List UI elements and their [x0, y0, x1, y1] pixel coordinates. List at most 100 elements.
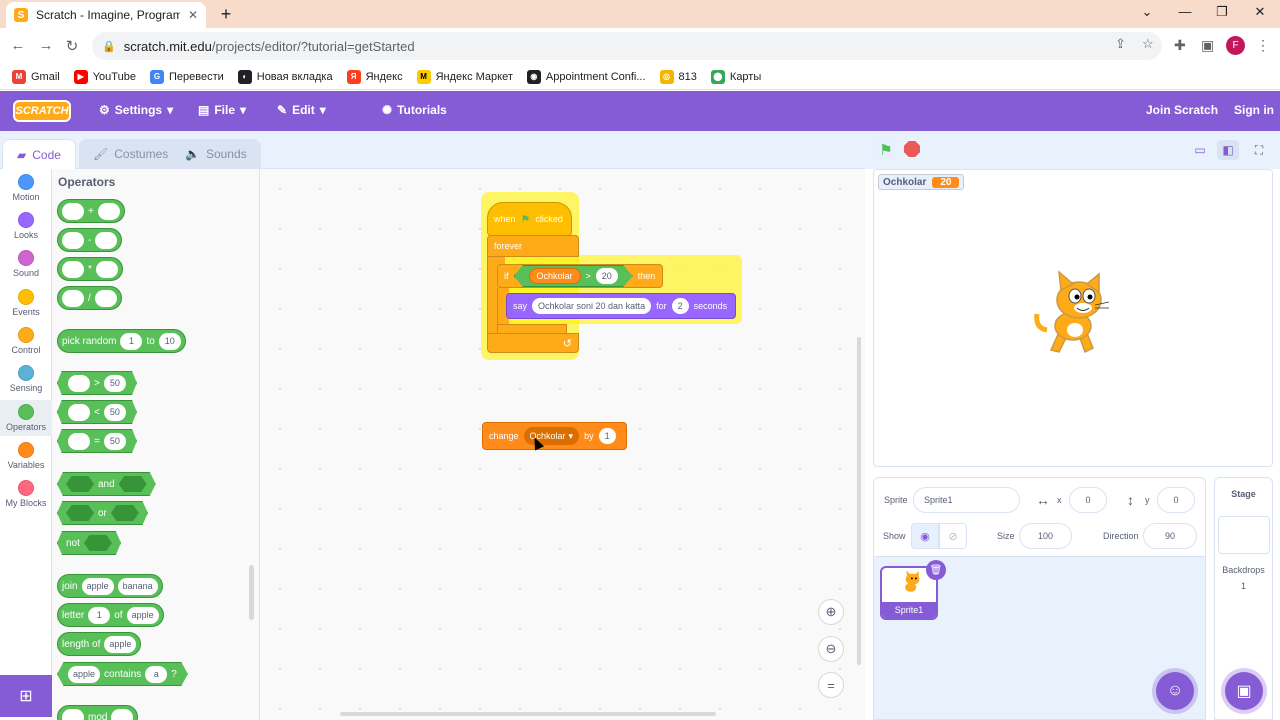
x-input[interactable]: 0: [1069, 487, 1107, 513]
fullscreen-button[interactable]: ⛶: [1248, 140, 1270, 160]
block-letter-of[interactable]: letter 1 of apple: [57, 603, 164, 627]
bookmark-appointment[interactable]: ◉ Appointment Confi...: [526, 69, 646, 84]
change-variable-block[interactable]: change Ochkolar ▾ by 1: [482, 422, 627, 450]
stage-thumbnail[interactable]: [1218, 516, 1270, 554]
block-contains[interactable]: apple contains a?: [57, 662, 188, 686]
small-stage-button[interactable]: ▭: [1189, 140, 1211, 160]
share-icon[interactable]: ⇪: [1115, 36, 1126, 52]
category-control[interactable]: Control: [0, 327, 52, 355]
block-length-of[interactable]: length of apple: [57, 632, 142, 656]
block-equals[interactable]: = 50: [57, 429, 137, 453]
message-input[interactable]: Ochkolar soni 20 dan katta: [532, 298, 652, 314]
value-input[interactable]: 50: [103, 432, 126, 450]
value-input[interactable]: 20: [595, 268, 618, 284]
value-input[interactable]: 50: [103, 403, 126, 421]
settings-menu[interactable]: ⚙ Settings ▾: [99, 103, 173, 117]
bookmark-translate[interactable]: G Перевести: [149, 69, 224, 84]
text-input[interactable]: apple: [104, 635, 137, 653]
block-pick-random[interactable]: pick random 1 to 10: [57, 329, 186, 353]
add-sprite-button[interactable]: ☺: [1156, 672, 1194, 710]
url-bar[interactable]: 🔒 scratch.mit.edu/projects/editor/?tutor…: [92, 32, 1162, 60]
variable-reporter[interactable]: Ochkolar: [528, 268, 581, 284]
add-backdrop-button[interactable]: ▣: [1225, 672, 1263, 710]
zoom-reset-button[interactable]: =: [818, 672, 844, 698]
block-greater-than[interactable]: >50: [57, 371, 137, 395]
bookmark-gmail[interactable]: M Gmail: [12, 69, 60, 84]
new-tab-button[interactable]: +: [216, 4, 236, 25]
palette-scrollbar[interactable]: [249, 565, 254, 620]
value-input[interactable]: 50: [103, 374, 126, 392]
sign-in-link[interactable]: Sign in: [1234, 103, 1274, 117]
script-area[interactable]: when ⚑ clicked forever if Ochkolar >20 then…: [260, 169, 865, 720]
forward-icon[interactable]: →: [36, 37, 56, 54]
add-extension-button[interactable]: ⊞: [0, 675, 52, 717]
when-flag-clicked-block[interactable]: when ⚑ clicked: [487, 202, 572, 236]
category-sensing[interactable]: Sensing: [0, 365, 52, 393]
from-input[interactable]: 1: [120, 332, 143, 350]
zoom-out-button[interactable]: ⊖: [818, 636, 844, 662]
category-events[interactable]: Events: [0, 289, 52, 317]
vertical-scrollbar[interactable]: [857, 337, 861, 665]
profile-avatar[interactable]: F: [1226, 36, 1245, 55]
reload-icon[interactable]: ↻: [62, 37, 82, 55]
block-divide[interactable]: /: [57, 286, 122, 310]
block-join[interactable]: join apple banana: [57, 574, 163, 598]
block-add[interactable]: +: [57, 199, 125, 223]
text-input[interactable]: apple: [126, 606, 159, 624]
delete-sprite-button[interactable]: 🗑: [926, 560, 946, 580]
file-menu[interactable]: ▤ File ▾: [198, 103, 246, 117]
sprite-name-input[interactable]: Sprite1: [913, 487, 1020, 513]
value-input[interactable]: 1: [598, 428, 616, 444]
browser-tab[interactable]: S Scratch - Imagine, Program, Sha ✕: [6, 2, 206, 28]
if-then-block[interactable]: if Ochkolar >20 then: [497, 264, 663, 288]
category-my-blocks[interactable]: My Blocks: [0, 480, 52, 508]
to-input[interactable]: 10: [158, 332, 181, 350]
block-and[interactable]: and: [57, 472, 156, 496]
close-window-icon[interactable]: ✕: [1250, 4, 1270, 20]
bookmark-yandex-market[interactable]: M Яндекс Маркет: [416, 69, 513, 84]
tutorials-menu[interactable]: ✺ Tutorials: [382, 103, 447, 117]
green-flag-button[interactable]: ⚑: [875, 140, 897, 160]
block-subtract[interactable]: -: [57, 228, 123, 252]
stage[interactable]: Ochkolar 20: [873, 169, 1273, 467]
block-mod[interactable]: mod: [57, 705, 139, 720]
block-not[interactable]: not: [57, 531, 121, 555]
bookmark-youtube[interactable]: ▶ YouTube: [73, 69, 136, 84]
category-operators[interactable]: Operators: [0, 400, 52, 436]
direction-input[interactable]: 90: [1143, 523, 1197, 549]
text-input[interactable]: a: [145, 665, 168, 683]
bookmark-star-icon[interactable]: ☆: [1142, 36, 1154, 52]
block-or[interactable]: or: [57, 501, 148, 525]
category-motion[interactable]: Motion: [0, 174, 52, 202]
sidepanel-icon[interactable]: ▣: [1201, 37, 1214, 54]
normal-stage-button[interactable]: ◧: [1217, 140, 1239, 160]
show-visible-button[interactable]: ◉: [911, 523, 939, 549]
join-scratch-link[interactable]: Join Scratch: [1146, 103, 1218, 117]
text-input[interactable]: apple: [68, 665, 101, 683]
block-multiply[interactable]: *: [57, 257, 123, 281]
bookmark-new-tab[interactable]: ◐ Новая вкладка: [237, 69, 333, 84]
text-input[interactable]: banana: [117, 577, 158, 595]
zoom-in-button[interactable]: ⊕: [818, 599, 844, 625]
tab-costumes[interactable]: 🖌 Costumes: [79, 139, 183, 169]
bookmark-yandex[interactable]: Я Яндекс: [346, 69, 403, 84]
size-input[interactable]: 100: [1019, 523, 1072, 549]
cat-sprite[interactable]: [1029, 270, 1119, 360]
edit-menu[interactable]: ✎ Edit ▾: [277, 103, 326, 117]
chevron-down-icon[interactable]: ⌄: [1137, 4, 1157, 20]
show-hidden-button[interactable]: ⊘: [939, 523, 967, 549]
category-sound[interactable]: Sound: [0, 250, 52, 278]
scratch-logo[interactable]: SCRATCH: [13, 100, 71, 122]
block-less-than[interactable]: <50: [57, 400, 137, 424]
minimize-icon[interactable]: —: [1175, 4, 1195, 19]
bookmark-813[interactable]: ◎ 813: [659, 69, 697, 84]
say-for-seconds-block[interactable]: say Ochkolar soni 20 dan katta for 2 sec…: [506, 293, 736, 319]
horizontal-scrollbar[interactable]: [340, 712, 716, 716]
forever-block[interactable]: forever: [487, 235, 579, 257]
seconds-input[interactable]: 2: [671, 298, 689, 314]
text-input[interactable]: apple: [81, 577, 114, 595]
back-icon[interactable]: ←: [8, 37, 28, 54]
number-input[interactable]: 1: [88, 606, 111, 624]
extensions-icon[interactable]: ✚: [1174, 37, 1186, 54]
bookmark-maps[interactable]: ⬤ Карты: [710, 69, 761, 84]
